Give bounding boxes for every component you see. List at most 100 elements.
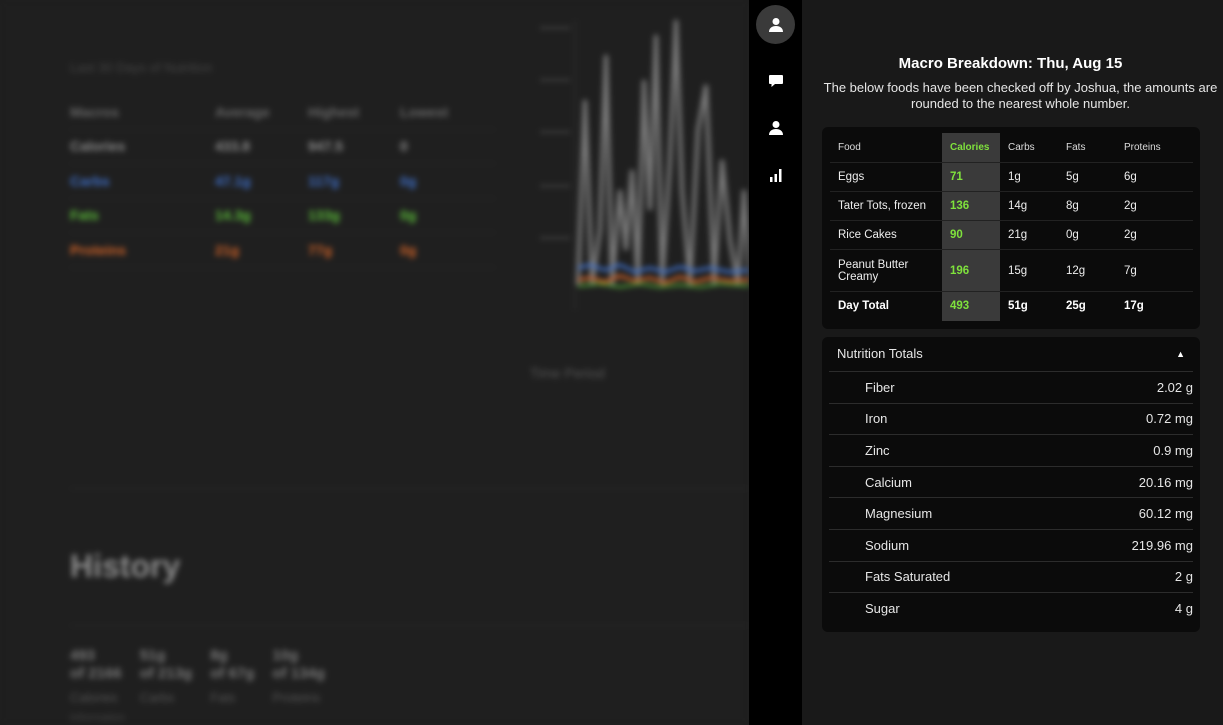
bg-stats-row: Fats 14.3g 133g 0g — [70, 199, 495, 233]
bg-stat-target: of 67g — [210, 665, 255, 682]
bg-cell: 0g — [400, 172, 417, 189]
nutrition-totals-toggle[interactable]: Nutrition Totals ▲ — [822, 337, 1200, 370]
rail-stats-button[interactable] — [756, 155, 795, 194]
food-calories: 90 — [942, 220, 1000, 251]
nutrient-label: Zinc — [865, 442, 890, 458]
nutrition-totals-card: Nutrition Totals ▲ Fiber 2.02 g Iron 0.7… — [822, 337, 1200, 632]
panel-description: The below foods have been checked off by… — [823, 80, 1218, 111]
table-row: Tater Tots, frozen 136 14g 8g 2g — [830, 191, 1193, 221]
nutrient-value: 2.02 g — [1156, 379, 1193, 395]
header-calories: Calories — [942, 133, 1000, 163]
bg-history-title: History — [70, 548, 181, 584]
day-total-row: Day Total 493 51g 25g 17g — [830, 291, 1193, 321]
bar-chart-icon — [769, 168, 781, 182]
bg-header-cell: Lowest — [400, 103, 449, 120]
bg-header-cell: Macros — [70, 103, 120, 120]
bg-stat-label: Proteins — [272, 690, 321, 705]
bg-header-cell: Average — [215, 103, 270, 120]
food-proteins: 7g — [1116, 249, 1193, 293]
list-item: Sugar 4 g — [829, 592, 1193, 624]
user-icon — [768, 120, 783, 135]
bg-cell: Carbs — [70, 172, 110, 189]
bg-stat-value: 8g — [210, 647, 228, 664]
macro-table-header: Food Calories Carbs Fats Proteins — [830, 133, 1193, 163]
list-item: Iron 0.72 mg — [829, 402, 1193, 435]
list-item: Sodium 219.96 mg — [829, 528, 1193, 561]
bg-stat-label: Calories — [70, 690, 118, 705]
nutrient-value: 4 g — [1174, 600, 1193, 616]
nutrient-value: 0.9 mg — [1153, 442, 1193, 458]
food-carbs: 14g — [1000, 191, 1058, 221]
food-calories: 71 — [942, 162, 1000, 192]
bg-cell: 433.8 — [215, 138, 251, 155]
macro-table-card: Food Calories Carbs Fats Proteins Eggs 7… — [822, 127, 1200, 329]
table-row: Peanut Butter Creamy 196 15g 12g 7g — [830, 249, 1193, 293]
food-calories: 196 — [942, 249, 1000, 293]
bg-cell: 47.1g — [215, 172, 251, 189]
caret-up-icon: ▲ — [1176, 348, 1185, 359]
food-fats: 5g — [1058, 162, 1116, 192]
bg-stat-value: 10g — [272, 647, 299, 664]
food-name: Rice Cakes — [830, 220, 942, 251]
bg-cell: 0g — [400, 241, 417, 258]
bg-cell: 947.5 — [308, 138, 344, 155]
bg-cell: Calories — [70, 138, 126, 155]
table-row: Rice Cakes 90 21g 0g 2g — [830, 220, 1193, 251]
bg-cell: 133g — [308, 207, 340, 224]
bg-footer-note: Information — [70, 712, 126, 724]
header-fats: Fats — [1058, 133, 1116, 163]
bg-cell: 117g — [308, 172, 340, 189]
rail-profile-button[interactable] — [756, 5, 795, 44]
nutrient-label: Iron — [865, 411, 888, 427]
nutrient-label: Fats Saturated — [865, 569, 951, 585]
list-item: Calcium 20.16 mg — [829, 465, 1193, 498]
nutrition-totals-title: Nutrition Totals — [837, 346, 923, 361]
bg-stats-table: Macros Average Highest Lowest Calories 4… — [70, 95, 495, 268]
nutrient-label: Fiber — [865, 379, 895, 395]
food-carbs: 15g — [1000, 249, 1058, 293]
bg-stat-target: of 134g — [272, 665, 325, 682]
bg-cell: 77g — [308, 241, 333, 258]
header-food: Food — [830, 133, 942, 163]
bg-stat-value: 493 — [70, 647, 96, 664]
bg-divider — [70, 488, 749, 489]
bg-stats-header: Macros Average Highest Lowest — [70, 95, 495, 130]
list-item: Magnesium 60.12 mg — [829, 497, 1193, 529]
bg-divider — [70, 625, 749, 626]
bg-chart-xlabel: Time Period — [530, 365, 605, 381]
bg-history-stats: 493 of 2166 Calories 51g of 213g Carbs 8… — [70, 647, 325, 707]
bg-stat-target: of 213g — [139, 665, 193, 682]
bg-header-cell: Highest — [308, 103, 360, 120]
bg-history-stat: 8g of 67g Fats — [210, 647, 254, 707]
food-fats: 12g — [1058, 249, 1116, 293]
header-carbs: Carbs — [1000, 133, 1058, 163]
food-proteins: 2g — [1116, 220, 1193, 251]
bg-stat-value: 51g — [139, 647, 166, 664]
table-row: Eggs 71 1g 5g 6g — [830, 162, 1193, 192]
bg-stat-label: Fats — [210, 690, 236, 705]
rail-messages-button[interactable] — [756, 60, 795, 99]
total-proteins: 17g — [1124, 300, 1144, 313]
nutrient-value: 0.72 mg — [1146, 411, 1193, 427]
nutrient-label: Sugar — [865, 600, 900, 616]
nutrient-value: 20.16 mg — [1138, 474, 1193, 490]
food-fats: 0g — [1058, 220, 1116, 251]
macro-table: Food Calories Carbs Fats Proteins Eggs 7… — [830, 133, 1193, 321]
rail-user-button[interactable] — [756, 108, 795, 147]
list-item: Fiber 2.02 g — [829, 371, 1193, 403]
bg-history-stat: 10g of 134g Proteins — [272, 647, 325, 707]
food-calories: 136 — [942, 191, 1000, 221]
list-item: Zinc 0.9 mg — [829, 434, 1193, 466]
bg-cell: Fats — [70, 207, 99, 224]
total-calories: 493 — [942, 291, 1000, 321]
food-name: Peanut Butter Creamy — [830, 249, 942, 293]
bg-trend-chart — [540, 19, 749, 310]
food-fats: 8g — [1058, 191, 1116, 221]
food-name: Eggs — [830, 162, 942, 192]
background-page: Last 30 Days of Nutrition Macros Average… — [0, 0, 749, 725]
panel-title: Macro Breakdown: Thu, Aug 15 — [898, 55, 1123, 72]
bg-cell: Proteins — [70, 241, 127, 258]
bg-history-stat: 493 of 2166 Calories — [70, 647, 122, 707]
bg-stat-target: of 2166 — [70, 665, 122, 682]
list-item: Fats Saturated 2 g — [829, 560, 1193, 593]
